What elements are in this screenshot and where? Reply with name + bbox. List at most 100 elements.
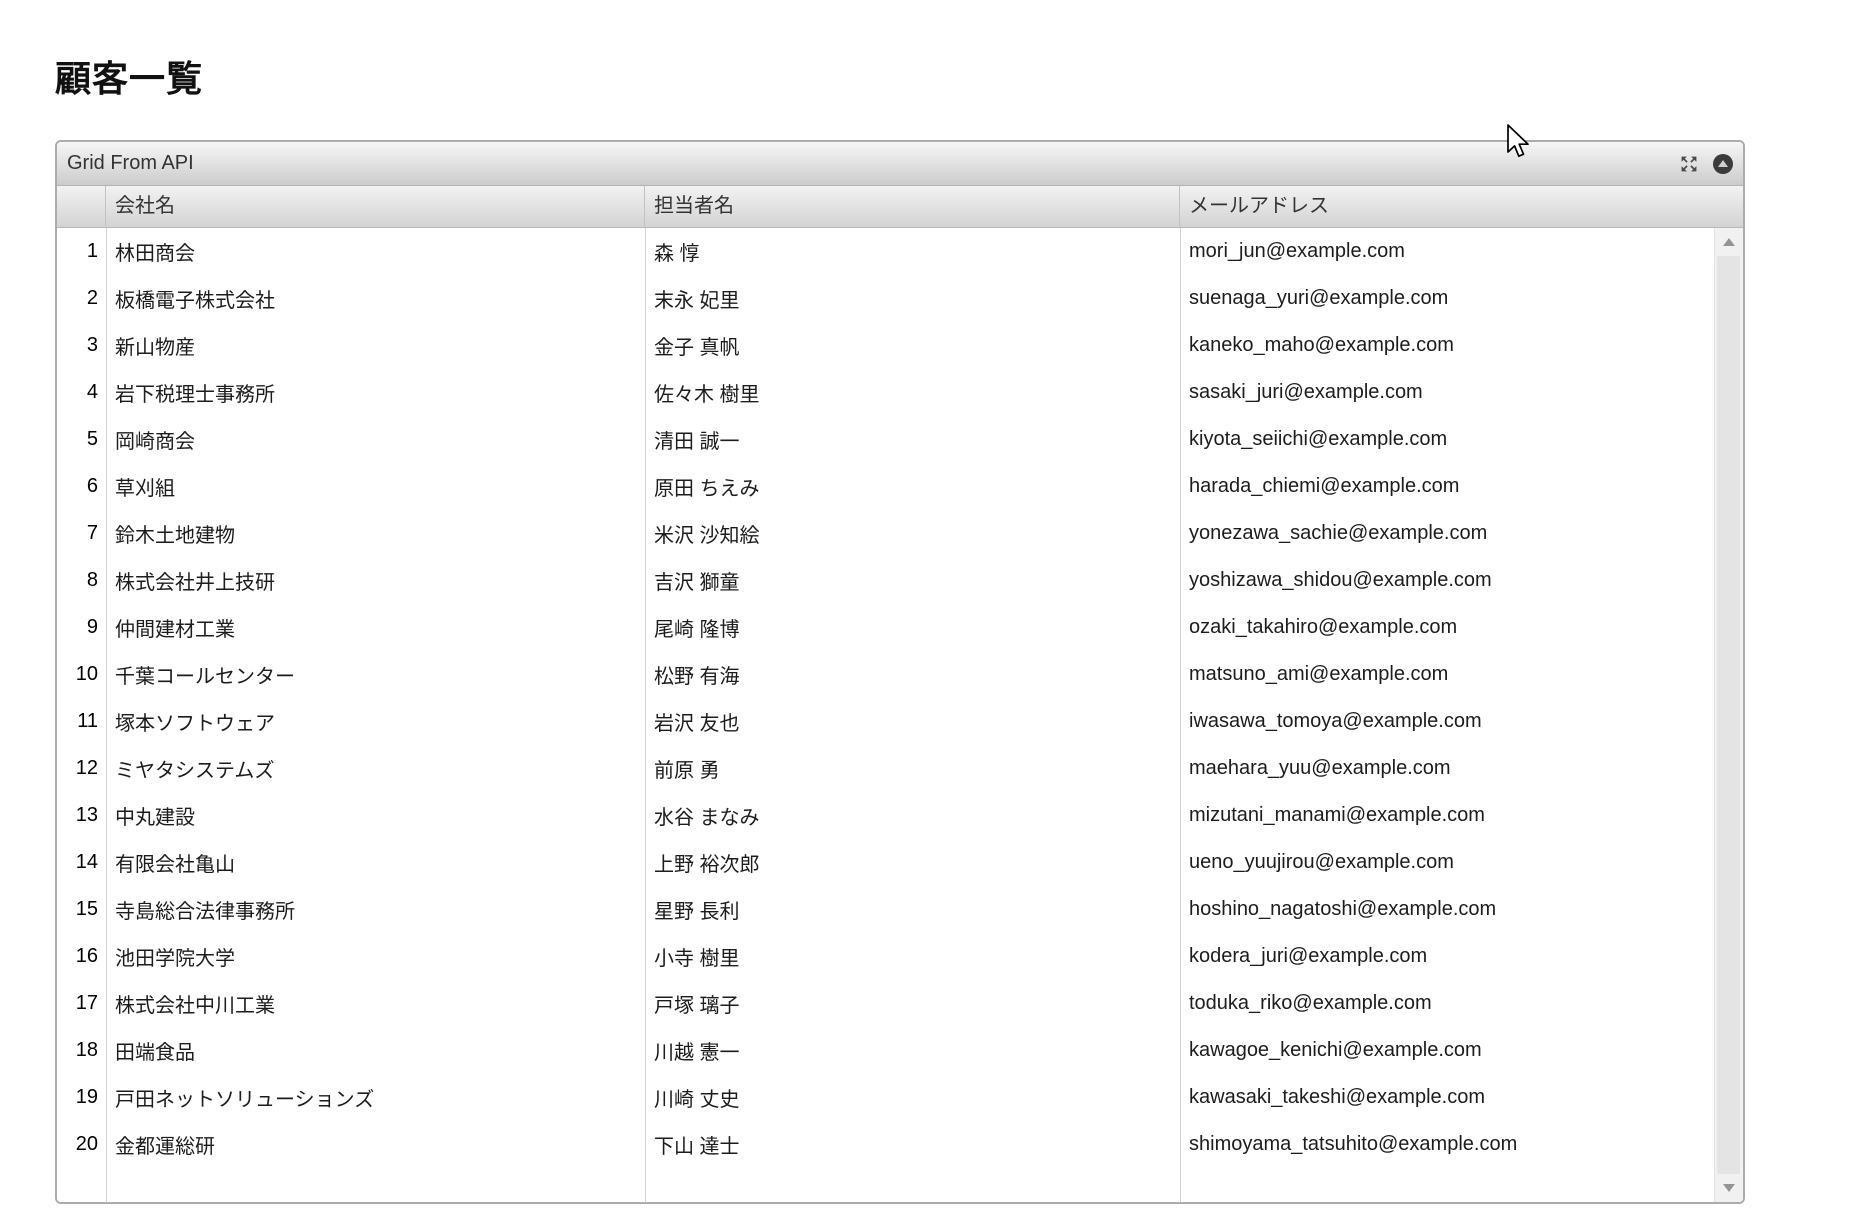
company-cell: 岡崎商会	[115, 431, 195, 453]
company-cell: 板橋電子株式会社	[115, 290, 275, 312]
email-cell: iwasawa_tomoya@example.com	[1189, 710, 1482, 732]
table-row[interactable]: 4 岩下税理士事務所 佐々木 樹里 sasaki_juri@example.co…	[57, 369, 1714, 416]
company-cell: ミヤタシステムズ	[115, 760, 275, 782]
table-row[interactable]: 7 鈴木土地建物 米沢 沙知絵 yonezawa_sachie@example.…	[57, 510, 1714, 557]
email-cell: harada_chiemi@example.com	[1189, 475, 1460, 497]
grid-caption: Grid From API	[67, 152, 194, 174]
scroll-down-button[interactable]	[1715, 1174, 1743, 1202]
contact-cell: 上野 裕次郎	[654, 854, 760, 876]
company-cell: 寺島総合法律事務所	[115, 901, 295, 923]
table-row[interactable]: 8 株式会社井上技研 吉沢 獅童 yoshizawa_shidou@exampl…	[57, 557, 1714, 604]
grid-header-row: 会社名 担当者名 メールアドレス	[57, 186, 1743, 228]
scroll-up-button[interactable]	[1715, 228, 1743, 256]
contact-cell: 小寺 樹里	[654, 948, 740, 970]
row-number-cell: 8	[86, 569, 98, 591]
table-row[interactable]: 17 株式会社中川工業 戸塚 璃子 toduka_riko@example.co…	[57, 980, 1714, 1027]
table-row[interactable]: 16 池田学院大学 小寺 樹里 kodera_juri@example.com	[57, 933, 1714, 980]
company-cell: 株式会社中川工業	[115, 995, 275, 1017]
table-row[interactable]: 18 田端食品 川越 憲一 kawagoe_kenichi@example.co…	[57, 1027, 1714, 1074]
contact-cell: 森 惇	[654, 243, 700, 265]
table-row[interactable]: 3 新山物産 金子 真帆 kaneko_maho@example.com	[57, 322, 1714, 369]
email-cell: maehara_yuu@example.com	[1189, 757, 1451, 779]
row-number-cell: 19	[75, 1086, 98, 1108]
grid-panel: Grid From API 会社名 担当者名 メールアドレス 1 林田商会 森 …	[55, 140, 1745, 1204]
table-row[interactable]: 20 金都運総研 下山 達士 shimoyama_tatsuhito@examp…	[57, 1121, 1714, 1168]
company-cell: 田端食品	[115, 1042, 195, 1064]
company-cell: 池田学院大学	[115, 948, 235, 970]
contact-cell: 末永 妃里	[654, 290, 740, 312]
row-number-cell: 4	[86, 381, 98, 403]
row-number-cell: 10	[75, 663, 98, 685]
table-row[interactable]: 6 草刈組 原田 ちえみ harada_chiemi@example.com	[57, 463, 1714, 510]
collapse-button[interactable]	[1713, 153, 1733, 174]
contact-cell: 前原 勇	[654, 760, 720, 782]
column-divider	[1180, 228, 1181, 1202]
contact-cell: 米沢 沙知絵	[654, 525, 760, 547]
email-cell: toduka_riko@example.com	[1189, 992, 1432, 1014]
company-cell: 林田商会	[115, 243, 195, 265]
caption-icons	[1680, 153, 1733, 174]
company-cell: 中丸建設	[115, 807, 195, 829]
row-number-cell: 1	[86, 240, 98, 262]
contact-cell: 川崎 丈史	[654, 1089, 740, 1111]
table-row[interactable]: 1 林田商会 森 惇 mori_jun@example.com	[57, 228, 1714, 275]
page: { "page": { "title": "顧客一覧" }, "grid": {…	[0, 0, 1856, 1224]
contact-cell: 星野 長利	[654, 901, 740, 923]
table-row[interactable]: 14 有限会社亀山 上野 裕次郎 ueno_yuujirou@example.c…	[57, 839, 1714, 886]
email-cell: yonezawa_sachie@example.com	[1189, 522, 1488, 544]
row-number-cell: 5	[86, 428, 98, 450]
email-cell: shimoyama_tatsuhito@example.com	[1189, 1133, 1518, 1155]
row-number-cell: 9	[86, 616, 98, 638]
column-header-contact[interactable]: 担当者名	[645, 186, 1180, 227]
email-cell: mori_jun@example.com	[1189, 240, 1405, 262]
expand-arrows-icon	[1680, 155, 1698, 173]
contact-cell: 水谷 まなみ	[654, 807, 760, 829]
email-cell: matsuno_ami@example.com	[1189, 663, 1449, 685]
contact-cell: 清田 誠一	[654, 431, 740, 453]
row-number-cell: 12	[75, 757, 98, 779]
vertical-scrollbar[interactable]	[1714, 228, 1743, 1202]
grid-caption-bar: Grid From API	[57, 142, 1743, 186]
scrollbar-thumb[interactable]	[1717, 256, 1740, 1174]
row-number-cell: 6	[86, 475, 98, 497]
table-row[interactable]: 10 千葉コールセンター 松野 有海 matsuno_ami@example.c…	[57, 651, 1714, 698]
row-number-cell: 11	[77, 710, 98, 732]
contact-cell: 岩沢 友也	[654, 713, 740, 735]
email-cell: ueno_yuujirou@example.com	[1189, 851, 1454, 873]
grid-rows: 1 林田商会 森 惇 mori_jun@example.com 2 板橋電子株式…	[57, 228, 1714, 1168]
table-row[interactable]: 5 岡崎商会 清田 誠一 kiyota_seiichi@example.com	[57, 416, 1714, 463]
table-row[interactable]: 12 ミヤタシステムズ 前原 勇 maehara_yuu@example.com	[57, 745, 1714, 792]
column-header-company[interactable]: 会社名	[106, 186, 645, 227]
company-cell: 千葉コールセンター	[115, 666, 295, 688]
email-cell: yoshizawa_shidou@example.com	[1189, 569, 1492, 591]
email-cell: kaneko_maho@example.com	[1189, 334, 1454, 356]
triangle-down-icon	[1723, 1184, 1735, 1192]
company-cell: 有限会社亀山	[115, 854, 235, 876]
table-row[interactable]: 9 仲間建材工業 尾崎 隆博 ozaki_takahiro@example.co…	[57, 604, 1714, 651]
email-cell: suenaga_yuri@example.com	[1189, 287, 1449, 309]
contact-cell: 佐々木 樹里	[654, 384, 760, 406]
row-number-cell: 17	[75, 992, 98, 1014]
row-number-cell: 16	[75, 945, 98, 967]
circle-triangle-up-icon	[1713, 153, 1733, 174]
row-number-cell: 20	[75, 1133, 98, 1155]
company-cell: 仲間建材工業	[115, 619, 235, 641]
company-cell: 戸田ネットソリューションズ	[115, 1089, 375, 1111]
table-row[interactable]: 11 塚本ソフトウェア 岩沢 友也 iwasawa_tomoya@example…	[57, 698, 1714, 745]
column-header-email[interactable]: メールアドレス	[1180, 186, 1743, 227]
table-row[interactable]: 19 戸田ネットソリューションズ 川崎 丈史 kawasaki_takeshi@…	[57, 1074, 1714, 1121]
row-number-cell: 2	[86, 287, 98, 309]
company-cell: 塚本ソフトウェア	[115, 713, 275, 735]
column-divider	[106, 228, 107, 1202]
contact-cell: 松野 有海	[654, 666, 740, 688]
table-row[interactable]: 15 寺島総合法律事務所 星野 長利 hoshino_nagatoshi@exa…	[57, 886, 1714, 933]
contact-cell: 戸塚 璃子	[654, 995, 740, 1017]
row-number-cell: 13	[75, 804, 98, 826]
contact-cell: 川越 憲一	[654, 1042, 740, 1064]
table-row[interactable]: 2 板橋電子株式会社 末永 妃里 suenaga_yuri@example.co…	[57, 275, 1714, 322]
contact-cell: 尾崎 隆博	[654, 619, 740, 641]
table-row[interactable]: 13 中丸建設 水谷 まなみ mizutani_manami@example.c…	[57, 792, 1714, 839]
maximize-button[interactable]	[1680, 155, 1698, 173]
email-cell: hoshino_nagatoshi@example.com	[1189, 898, 1497, 920]
email-cell: kawasaki_takeshi@example.com	[1189, 1086, 1485, 1108]
